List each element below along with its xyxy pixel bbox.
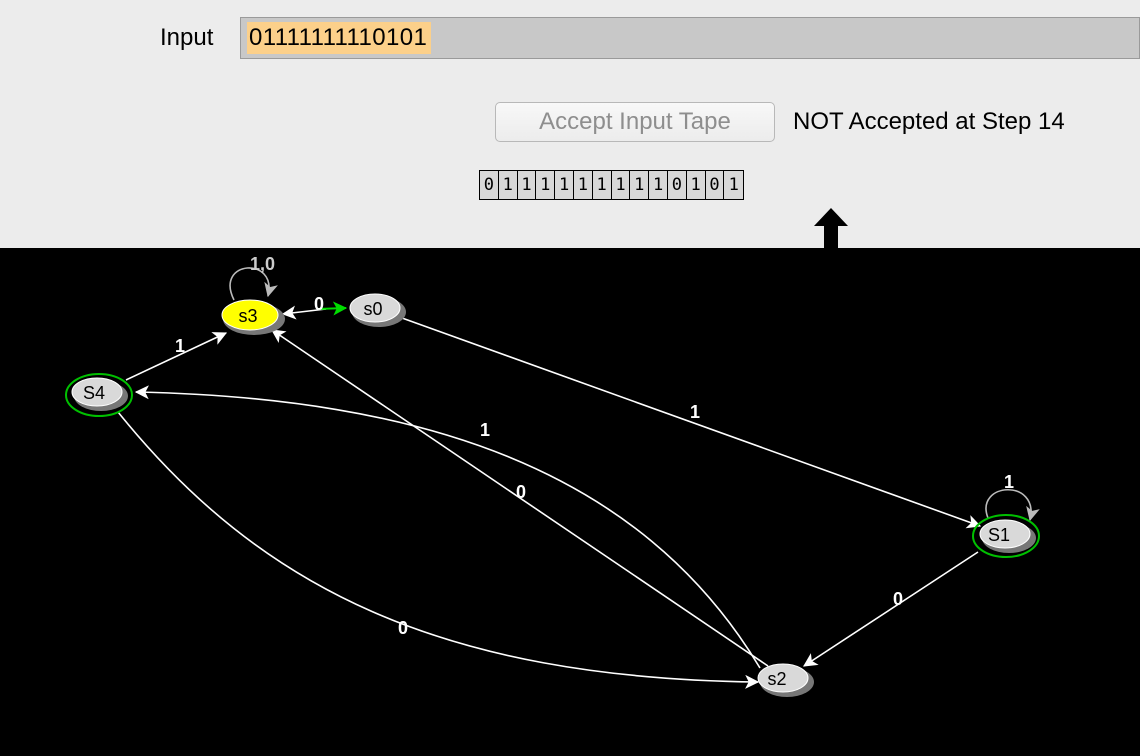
edge-label-s4-s3: 1 [175,336,185,356]
input-tape: 0 1 1 1 1 1 1 1 1 1 0 1 0 1 [479,170,745,200]
tape-cell: 1 [593,171,612,199]
edge-label-s4-s2: 0 [398,618,408,638]
state-s1-label: S1 [988,525,1010,545]
state-s3[interactable]: s3 [221,299,285,335]
state-s0-label: s0 [363,299,382,319]
state-s1[interactable]: S1 [972,514,1040,558]
state-diagram[interactable]: 1,0 0 1 1 1 0 1 0 0 s3 s0 S4 S1 s2 [0,248,1140,756]
edge-label-s0-s3: 0 [314,294,324,314]
edge-s2-s4 [134,385,761,669]
tape-cell: 0 [480,171,499,199]
edge-label-s2-s3: 0 [516,482,526,502]
tape-cell: 1 [612,171,631,199]
edge-label-s3-self: 1,0 [250,254,275,274]
tape-cell: 1 [649,171,668,199]
state-s4[interactable]: S4 [65,373,133,417]
tape-cell: 1 [518,171,537,199]
state-s2-label: s2 [767,669,786,689]
tape-cell: 1 [574,171,593,199]
edge-label-s0-s1: 1 [690,402,700,422]
tape-head-arrow-icon [814,208,848,248]
state-s4-label: S4 [83,383,105,403]
tape-cell: 0 [668,171,687,199]
tape-cell: 1 [687,171,706,199]
state-s2[interactable]: s2 [757,663,814,697]
input-label: Input [160,24,214,51]
edge-s1-s2 [803,551,979,667]
state-s0[interactable]: s0 [349,293,406,327]
tape-cell: 1 [630,171,650,199]
state-s3-label: s3 [238,306,257,326]
edge-label-s2-s4: 1 [480,420,490,440]
input-field[interactable]: 01111111110101 [240,17,1140,59]
input-panel: Input 01111111110101 Accept Input Tape N… [0,0,1140,248]
input-field-value: 01111111110101 [247,22,432,54]
tape-cell: 1 [536,171,556,199]
tape-cell: 0 [706,171,725,199]
acceptance-status: NOT Accepted at Step 14 [793,108,1065,135]
edge-label-s1-s2: 0 [893,589,903,609]
tape-cell: 1 [499,171,518,199]
edge-s4-s2 [117,411,760,689]
tape-cell: 1 [555,171,574,199]
tape-cell: 1 [728,175,739,195]
accept-input-tape-button[interactable]: Accept Input Tape [495,102,775,142]
edge-label-s1-self: 1 [1004,472,1014,492]
